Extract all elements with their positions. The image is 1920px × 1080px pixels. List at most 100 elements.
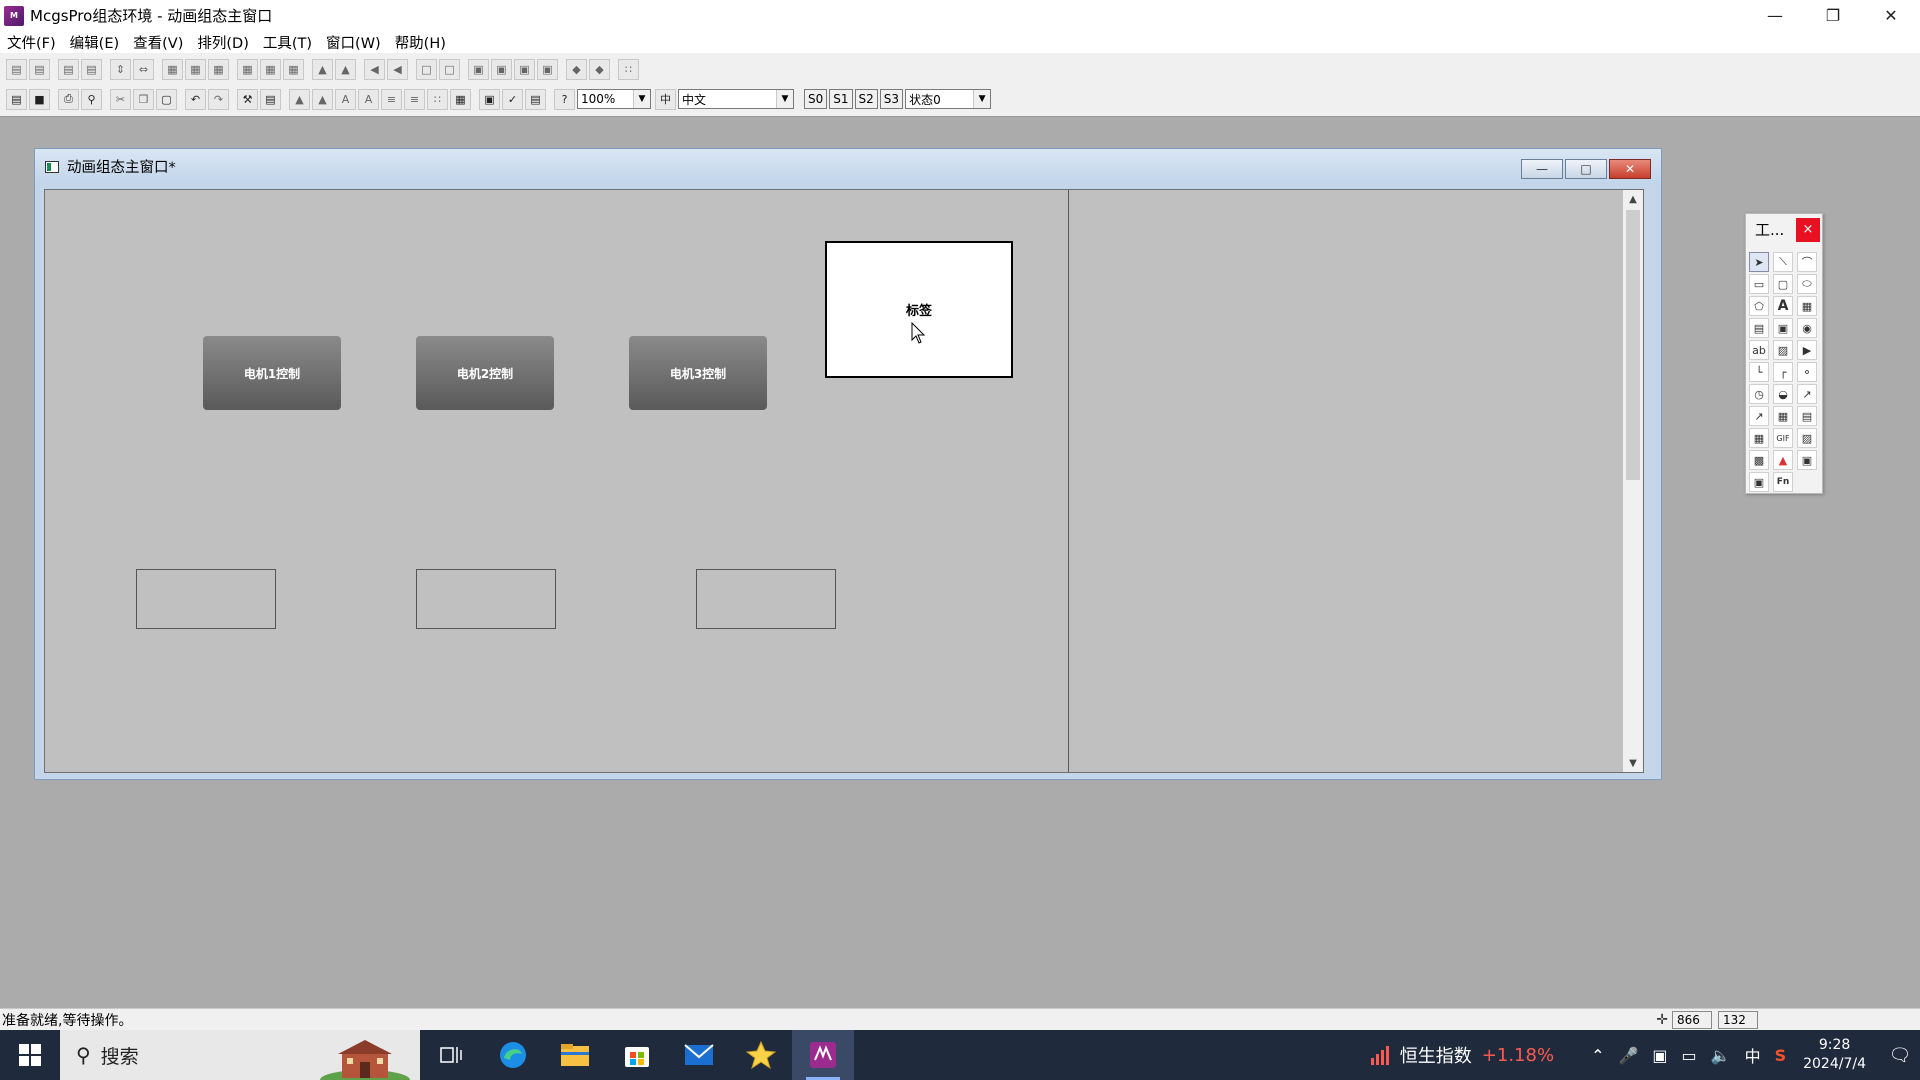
print-icon[interactable]: ⎙ [58, 88, 79, 110]
empty-rectangle-3[interactable] [696, 569, 836, 629]
scroll-down-icon[interactable]: ▼ [1623, 754, 1643, 772]
language-icon[interactable]: 中 [655, 88, 676, 110]
line-tool-icon[interactable]: ⟍ [1773, 252, 1793, 272]
rotate-right-icon[interactable]: ▲ [335, 58, 356, 80]
video-icon[interactable]: ▣ [1797, 450, 1817, 470]
send-back-icon[interactable]: ▣ [491, 58, 512, 80]
state-s2-button[interactable]: S2 [854, 89, 878, 109]
bitmap-tool-icon[interactable]: ▦ [1797, 296, 1817, 316]
undo-icon[interactable]: ↶ [185, 88, 206, 110]
label-element[interactable]: 标签 [825, 241, 1013, 378]
text-tool-icon[interactable]: A [1773, 296, 1793, 316]
clock-icon[interactable]: ◷ [1749, 384, 1769, 404]
print-preview-icon[interactable]: ⚲ [81, 88, 102, 110]
bring-front-icon[interactable]: ▣ [468, 58, 489, 80]
sogou-ime-icon[interactable]: S [1775, 1046, 1787, 1065]
child-minimize-button[interactable]: — [1521, 159, 1563, 179]
start-button[interactable] [0, 1030, 60, 1080]
menu-view[interactable]: 查看(V) [126, 32, 190, 53]
line-color-icon[interactable]: ▲ [312, 88, 333, 110]
center-both-icon[interactable]: ▦ [208, 58, 229, 80]
scroll-thumb[interactable] [1626, 210, 1640, 480]
mcgs-taskbar-button[interactable] [792, 1030, 854, 1080]
language-select[interactable]: 中文 ▼ [678, 89, 794, 109]
empty-rectangle-2[interactable] [416, 569, 556, 629]
center-h-icon[interactable]: ▦ [162, 58, 183, 80]
flow-block-icon[interactable]: ▤ [1749, 318, 1769, 338]
mail-button[interactable] [668, 1030, 730, 1080]
rectangle-tool-icon[interactable]: ▭ [1749, 274, 1769, 294]
pinned-app-button[interactable] [730, 1030, 792, 1080]
arc-tool-icon[interactable]: ⌒ [1797, 252, 1817, 272]
menu-file[interactable]: 文件(F) [0, 32, 63, 53]
cut-icon[interactable]: ✂ [110, 88, 131, 110]
taskbar-search[interactable]: ⚲ 搜索 [60, 1030, 420, 1080]
align-bottom-icon[interactable]: ▤ [81, 58, 102, 80]
restore-button[interactable]: ❐ [1804, 0, 1862, 31]
ungroup-icon[interactable]: □ [439, 58, 460, 80]
flip-h-icon[interactable]: ◀ [364, 58, 385, 80]
space-v-icon[interactable]: ▦ [260, 58, 281, 80]
zoom-select[interactable]: 100% ▼ [577, 89, 651, 109]
image-icon[interactable]: ▦ [450, 88, 471, 110]
ime-indicator[interactable]: 中 [1745, 1043, 1761, 1067]
motor-2-control-button[interactable]: 电机2控制 [416, 336, 554, 410]
history-curve-icon[interactable]: ↗ [1749, 406, 1769, 426]
clock[interactable]: 9:28 2024/7/4 [1803, 1036, 1866, 1074]
file-explorer-button[interactable] [544, 1030, 606, 1080]
align-right-icon[interactable]: ▤ [29, 58, 50, 80]
center-v-icon[interactable]: ▦ [185, 58, 206, 80]
volume-icon[interactable]: 🔈 [1711, 1046, 1731, 1065]
font-color-icon[interactable]: A [335, 88, 356, 110]
flip-v-icon[interactable]: ◀ [387, 58, 408, 80]
copy-icon[interactable]: ❐ [133, 88, 154, 110]
line-width-icon[interactable]: ≡ [404, 88, 425, 110]
store-button[interactable] [606, 1030, 668, 1080]
paste-icon[interactable]: ▢ [156, 88, 177, 110]
menu-tools[interactable]: 工具(T) [256, 32, 319, 53]
motor-1-control-button[interactable]: 电机1控制 [203, 336, 341, 410]
properties-icon[interactable]: ▤ [260, 88, 281, 110]
scroll-up-icon[interactable]: ▲ [1623, 190, 1643, 208]
state-s0-button[interactable]: S0 [804, 89, 828, 109]
alarm-icon[interactable]: ▲ [1773, 450, 1793, 470]
window-property-icon[interactable]: ▣ [479, 88, 500, 110]
battery-icon[interactable]: ▭ [1682, 1046, 1697, 1065]
report-icon[interactable]: ▤ [1797, 406, 1817, 426]
gif-icon[interactable]: GIF [1773, 428, 1793, 448]
grid-icon[interactable]: ∷ [618, 58, 639, 80]
menu-window[interactable]: 窗口(W) [319, 32, 388, 53]
edge-browser-button[interactable] [482, 1030, 544, 1080]
datagrid-icon[interactable]: ▦ [1749, 428, 1769, 448]
rounded-rect-tool-icon[interactable]: ▢ [1773, 274, 1793, 294]
browser-icon[interactable]: ▣ [1749, 472, 1769, 492]
picture-icon[interactable]: ▨ [1797, 428, 1817, 448]
rotate-left-icon[interactable]: ▲ [312, 58, 333, 80]
qrcode-icon[interactable]: ▩ [1749, 450, 1769, 470]
font-icon[interactable]: A [358, 88, 379, 110]
save-icon[interactable]: ■ [29, 88, 50, 110]
empty-rectangle-1[interactable] [136, 569, 276, 629]
state-s3-button[interactable]: S3 [879, 89, 904, 109]
pointer-icon[interactable]: ➤ [1749, 252, 1769, 272]
compile-icon[interactable]: ▤ [525, 88, 546, 110]
chevron-up-icon[interactable]: ⌃ [1591, 1046, 1604, 1065]
ellipse-tool-icon[interactable]: ⬭ [1797, 274, 1817, 294]
menu-help[interactable]: 帮助(H) [388, 32, 453, 53]
minimize-button[interactable]: — [1746, 0, 1804, 31]
network-icon[interactable]: ▣ [1652, 1046, 1667, 1065]
open-icon[interactable]: ▤ [6, 88, 27, 110]
design-canvas[interactable]: 电机1控制 电机2控制 电机3控制 标签 ▲ ▼ [44, 189, 1644, 773]
state-select[interactable]: 状态0 ▼ [905, 89, 992, 109]
pipe-icon[interactable]: ┌ [1773, 362, 1793, 382]
task-view-button[interactable] [420, 1030, 482, 1080]
state-s1-button[interactable]: S1 [829, 89, 853, 109]
unlock-icon[interactable]: ◆ [589, 58, 610, 80]
lock-icon[interactable]: ◆ [566, 58, 587, 80]
element-library-icon[interactable]: ▣ [1773, 318, 1793, 338]
insert-element-icon[interactable]: ◉ [1797, 318, 1817, 338]
group-icon[interactable]: □ [416, 58, 437, 80]
menu-arrange[interactable]: 排列(D) [190, 32, 255, 53]
redo-icon[interactable]: ↷ [208, 88, 229, 110]
forward-icon[interactable]: ▣ [514, 58, 535, 80]
